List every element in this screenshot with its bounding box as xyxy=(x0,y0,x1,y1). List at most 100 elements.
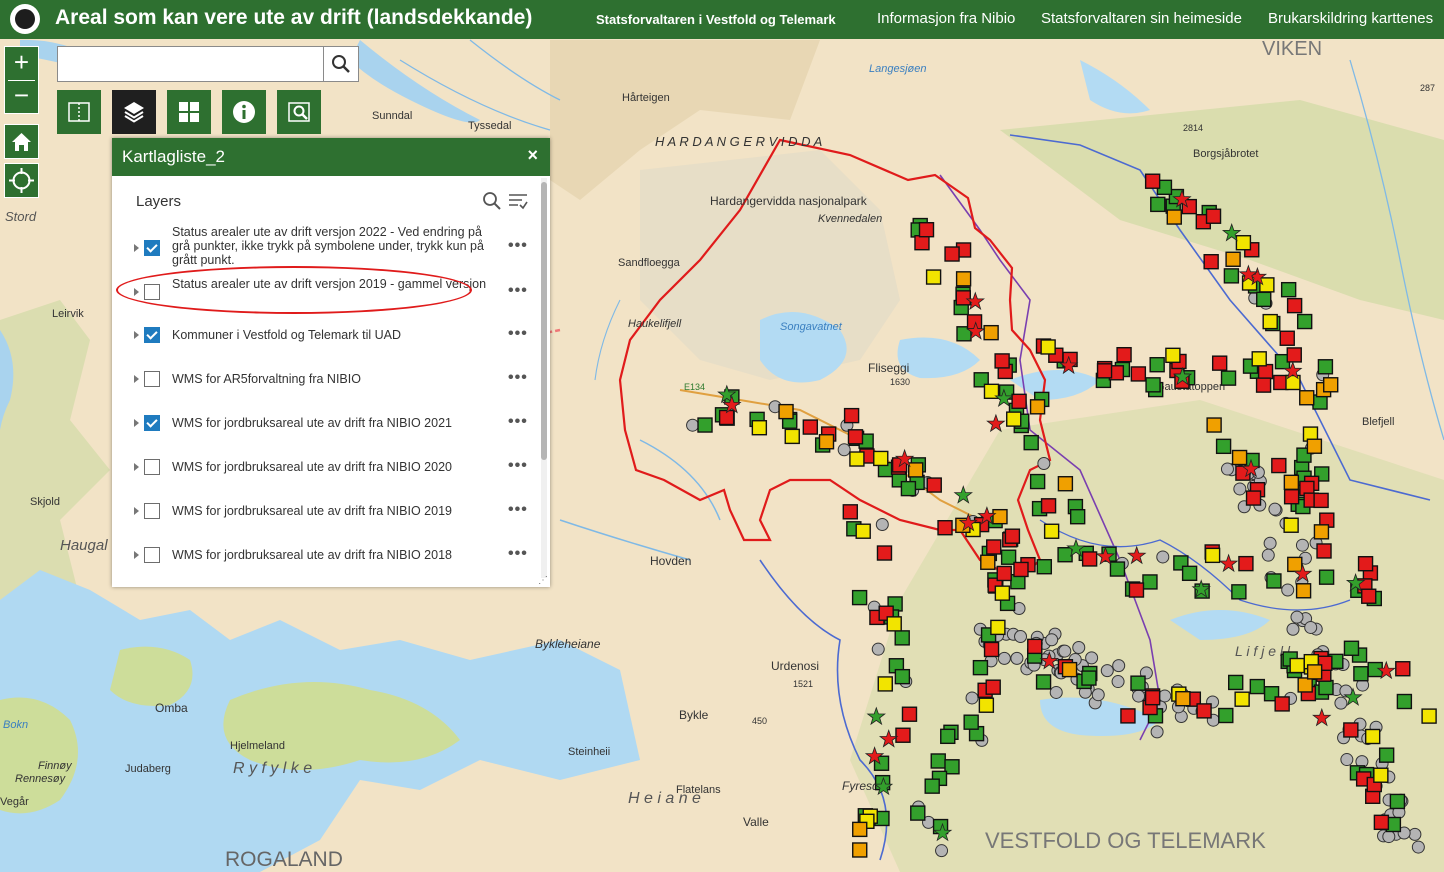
red-square-marker[interactable] xyxy=(1316,543,1332,559)
green-square-marker[interactable] xyxy=(1130,675,1146,691)
yellow-square-marker[interactable] xyxy=(751,420,768,436)
grey-point-marker[interactable] xyxy=(1072,640,1086,654)
green-square-marker[interactable] xyxy=(851,589,868,606)
search-button[interactable] xyxy=(323,47,358,81)
header-link-organization[interactable]: Statsforvaltaren i Vestfold og Telemark xyxy=(596,12,836,27)
red-square-marker[interactable] xyxy=(1395,661,1411,677)
green-square-marker[interactable] xyxy=(894,630,910,646)
layer-checkbox[interactable] xyxy=(144,459,160,475)
orange-square-marker[interactable] xyxy=(818,434,835,450)
filter-icon[interactable] xyxy=(508,191,528,211)
red-square-marker[interactable] xyxy=(1283,489,1300,505)
red-square-marker[interactable] xyxy=(1357,556,1374,572)
yellow-square-marker[interactable] xyxy=(1283,517,1299,533)
green-square-marker[interactable] xyxy=(1023,434,1039,451)
basemap-gallery-button[interactable] xyxy=(167,90,211,134)
green-square-marker[interactable] xyxy=(1317,359,1334,375)
orange-square-marker[interactable] xyxy=(992,508,1008,525)
red-square-marker[interactable] xyxy=(944,246,960,262)
layer-checkbox[interactable] xyxy=(144,547,160,563)
layer-options-button[interactable]: ••• xyxy=(508,413,528,431)
layer-options-button[interactable]: ••• xyxy=(508,545,528,563)
yellow-square-marker[interactable] xyxy=(1040,339,1056,355)
orange-square-marker[interactable] xyxy=(1283,474,1300,491)
zoom-out-button[interactable]: − xyxy=(5,80,38,113)
grey-point-marker[interactable] xyxy=(1091,688,1105,702)
red-square-marker[interactable] xyxy=(876,545,893,561)
grey-point-marker[interactable] xyxy=(1058,644,1072,658)
grey-point-marker[interactable] xyxy=(1150,725,1164,739)
header-link-homepage[interactable]: Statsforvaltaren sin heimeside xyxy=(1041,10,1242,27)
grey-point-marker[interactable] xyxy=(1100,664,1114,678)
yellow-square-marker[interactable] xyxy=(1364,728,1381,745)
yellow-square-marker[interactable] xyxy=(1234,691,1250,707)
yellow-square-marker[interactable] xyxy=(925,269,942,285)
red-square-marker[interactable] xyxy=(842,504,858,520)
red-square-marker[interactable] xyxy=(843,407,860,424)
yellow-square-marker[interactable] xyxy=(990,619,1006,636)
green-square-marker[interactable] xyxy=(1142,574,1158,590)
search-input[interactable] xyxy=(60,49,322,79)
red-square-marker[interactable] xyxy=(1096,363,1113,379)
red-square-marker[interactable] xyxy=(994,353,1010,369)
yellow-square-marker[interactable] xyxy=(1262,313,1278,330)
layer-options-button[interactable]: ••• xyxy=(508,457,528,475)
orange-square-marker[interactable] xyxy=(1175,690,1191,707)
orange-square-marker[interactable] xyxy=(1057,476,1074,492)
yellow-square-marker[interactable] xyxy=(994,585,1011,601)
green-square-marker[interactable] xyxy=(1256,291,1272,308)
split-view-button[interactable] xyxy=(57,90,101,134)
red-square-marker[interactable] xyxy=(986,539,1002,555)
green-square-marker[interactable] xyxy=(1029,473,1046,490)
green-square-marker[interactable] xyxy=(1389,793,1406,810)
grey-point-marker[interactable] xyxy=(1111,675,1125,689)
orange-square-marker[interactable] xyxy=(1225,251,1241,267)
grey-point-marker[interactable] xyxy=(965,691,979,705)
yellow-square-marker[interactable] xyxy=(1043,523,1060,539)
red-square-marker[interactable] xyxy=(1373,814,1390,831)
yellow-square-marker[interactable] xyxy=(855,523,871,539)
orange-square-marker[interactable] xyxy=(1166,209,1182,225)
close-button[interactable]: × xyxy=(527,145,538,166)
grey-point-marker[interactable] xyxy=(1156,550,1170,564)
layer-options-button[interactable]: ••• xyxy=(508,501,528,519)
yellow-square-marker[interactable] xyxy=(873,450,889,467)
red-square-marker[interactable] xyxy=(1040,498,1057,514)
yellow-square-marker[interactable] xyxy=(1165,347,1181,364)
green-square-marker[interactable] xyxy=(1343,640,1360,656)
orange-square-marker[interactable] xyxy=(980,554,996,570)
green-square-marker[interactable] xyxy=(1228,674,1244,691)
layer-row[interactable]: Status arealer ute av drift versjon 2022… xyxy=(112,225,540,268)
layer-checkbox[interactable] xyxy=(144,415,160,431)
layers-button[interactable] xyxy=(112,90,156,134)
red-square-marker[interactable] xyxy=(1313,492,1329,509)
green-square-marker[interactable] xyxy=(963,714,979,730)
red-square-marker[interactable] xyxy=(918,222,935,238)
layer-options-button[interactable]: ••• xyxy=(508,325,528,343)
orange-square-marker[interactable] xyxy=(1295,583,1312,599)
red-square-marker[interactable] xyxy=(1205,208,1222,224)
yellow-square-marker[interactable] xyxy=(1251,351,1267,367)
grey-point-marker[interactable] xyxy=(1014,630,1028,644)
red-square-marker[interactable] xyxy=(1255,377,1272,393)
green-square-marker[interactable] xyxy=(1057,547,1073,563)
grey-point-marker[interactable] xyxy=(997,651,1011,665)
expand-caret-icon[interactable] xyxy=(134,551,139,559)
header-link-nibio[interactable]: Informasjon fra Nibio xyxy=(877,10,1015,27)
red-square-marker[interactable] xyxy=(1128,582,1145,598)
layer-checkbox[interactable] xyxy=(144,327,160,343)
red-square-marker[interactable] xyxy=(1279,330,1295,346)
yellow-square-marker[interactable] xyxy=(978,697,995,713)
green-square-marker[interactable] xyxy=(900,480,917,497)
layer-checkbox[interactable] xyxy=(144,371,160,387)
orange-square-marker[interactable] xyxy=(852,821,868,838)
green-square-marker[interactable] xyxy=(1353,666,1369,682)
green-square-marker[interactable] xyxy=(924,778,940,794)
red-square-marker[interactable] xyxy=(985,679,1001,695)
red-square-marker[interactable] xyxy=(1116,346,1132,363)
grey-point-marker[interactable] xyxy=(1281,583,1295,597)
yellow-square-marker[interactable] xyxy=(1235,235,1252,251)
layer-row[interactable]: Kommuner i Vestfold og Telemark til UAD … xyxy=(112,315,540,355)
expand-caret-icon[interactable] xyxy=(134,331,139,339)
layer-row[interactable]: WMS for jordbruksareal ute av drift fra … xyxy=(112,491,540,531)
